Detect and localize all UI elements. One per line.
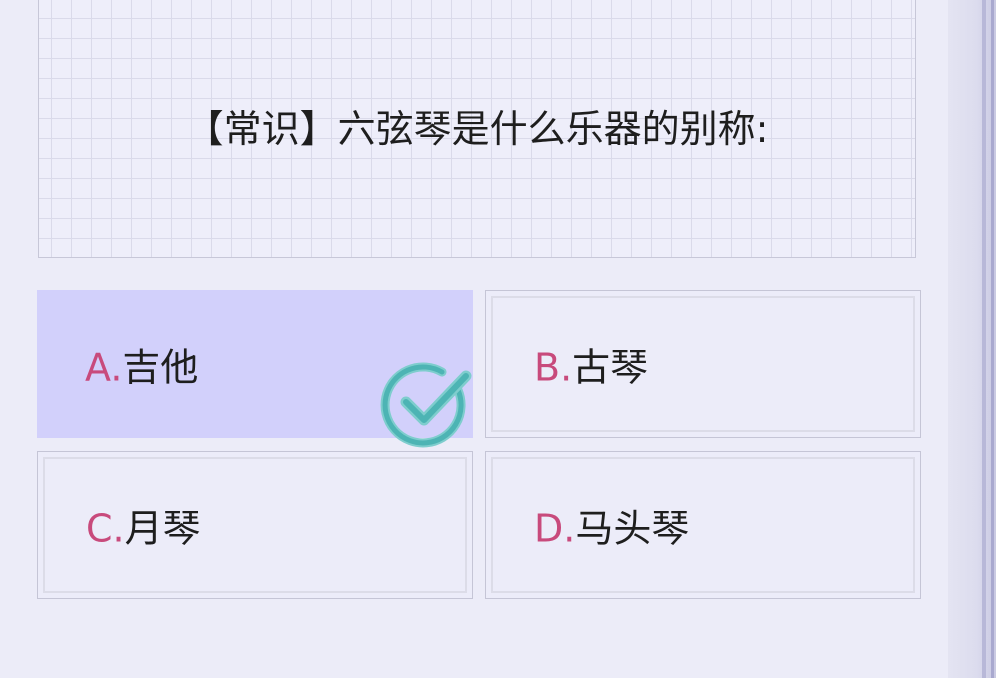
- check-circle-icon: [380, 362, 472, 448]
- frame-stripe: [991, 0, 994, 678]
- option-label: D.马头琴: [534, 498, 689, 553]
- option-letter: C.: [86, 506, 125, 551]
- question-text: 【常识】六弦琴是什么乐器的别称:: [185, 107, 769, 151]
- frame-stripe: [982, 0, 986, 678]
- option-text: 月琴: [124, 506, 201, 551]
- right-edge-frame: [948, 0, 996, 678]
- option-d-button[interactable]: D.马头琴: [485, 451, 921, 599]
- option-label: A.吉他: [85, 337, 198, 392]
- option-text: 吉他: [122, 345, 199, 390]
- option-letter: B.: [534, 345, 573, 390]
- quiz-screen: 【常识】六弦琴是什么乐器的别称: A.吉他 B.古琴 C.月琴 D.马头琴: [0, 0, 996, 678]
- option-c-button[interactable]: C.月琴: [37, 451, 473, 599]
- option-b-button[interactable]: B.古琴: [485, 290, 921, 438]
- option-text: 古琴: [572, 345, 649, 390]
- option-letter: A.: [85, 345, 123, 390]
- option-label: B.古琴: [534, 337, 648, 392]
- option-text: 马头琴: [575, 506, 690, 551]
- question-panel: 【常识】六弦琴是什么乐器的别称:: [38, 0, 916, 258]
- option-label: C.月琴: [86, 498, 201, 553]
- option-letter: D.: [534, 506, 576, 551]
